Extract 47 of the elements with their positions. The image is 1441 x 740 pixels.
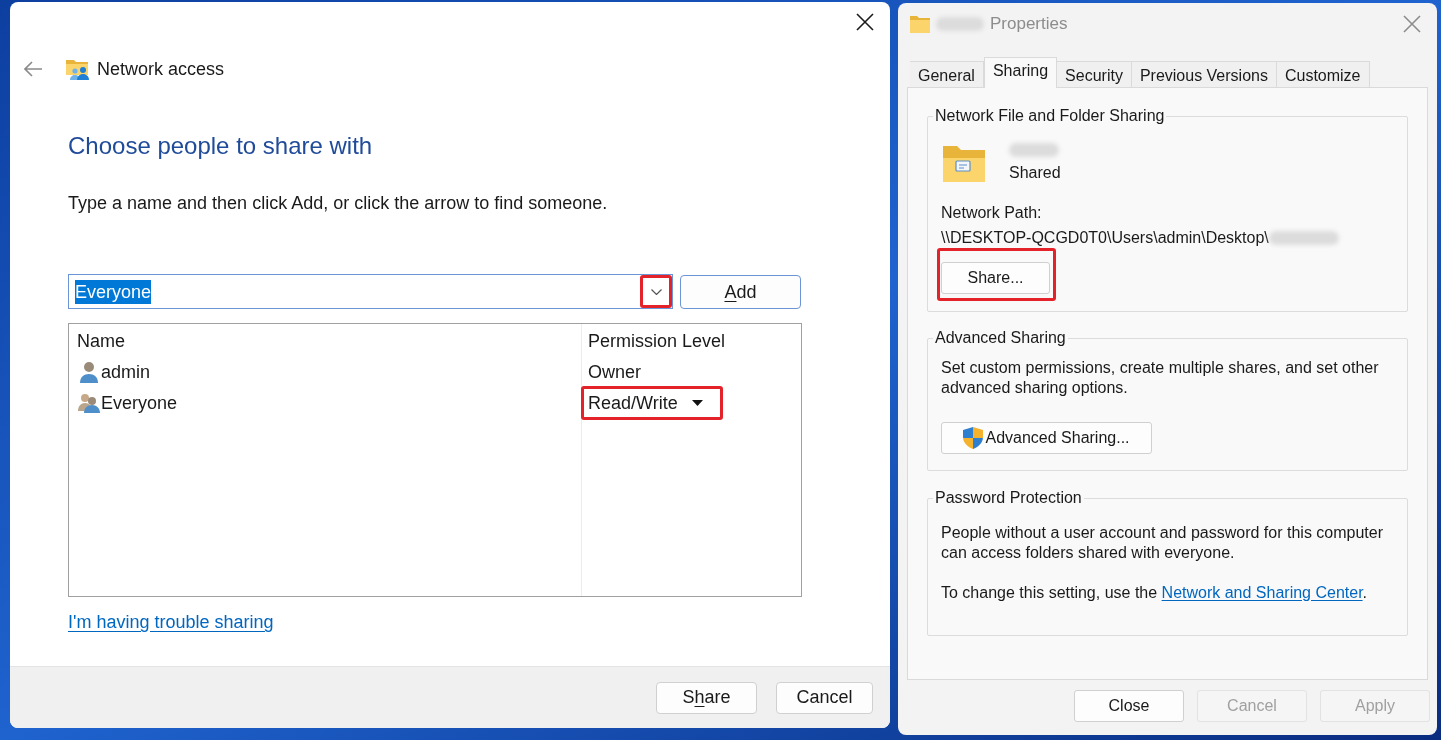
name-cell-text: Everyone [101,392,178,415]
permission-cell-text: Owner [588,361,641,384]
group-title: Password Protection [934,488,1083,508]
share-status: Shared [1009,163,1061,183]
tab[interactable]: Customize [1276,61,1370,88]
blurred-text [1268,231,1339,245]
shield-icon [963,427,984,449]
name-cell-text: admin [101,361,151,384]
instructions-text: Type a name and then click Add, or click the arrow to find someone. [68,192,608,215]
add-button[interactable]: Add [680,275,801,309]
advanced-sharing-button[interactable]: Advanced Sharing... [941,422,1152,454]
dialog-button[interactable]: Share [656,681,757,714]
close-icon [856,13,874,31]
folder-icon [910,15,930,33]
password-setting-note: To change this setting, use the Network and Sharing Center. [941,583,1369,603]
dialog-title: Network access [97,58,225,81]
help-link[interactable]: I'm having trouble sharing [68,610,274,634]
tab[interactable]: Sharing [983,57,1058,88]
window-title: Properties [990,13,1068,35]
advanced-sharing-description: Set custom permissions, create multiple shares, and set other advanced sharing options. [941,358,1380,398]
network-path: \\DESKTOP-QCGD0T0\Users\admin\Desktop\ [941,228,1269,248]
network-path-label: Network Path: [941,203,1042,223]
tab[interactable]: General [910,61,984,88]
column-header: Name [76,330,125,353]
tab[interactable]: Previous Versions [1131,61,1277,88]
group-title: Advanced Sharing [934,328,1067,348]
user-icon [80,361,98,383]
password-description: People without a user account and password for this computer can access folders shared with everyone. [941,523,1385,563]
share-button[interactable]: Share... [941,262,1050,294]
name-value: Everyone [75,279,152,304]
shared-folder-icon [943,146,985,182]
group-title: Network File and Folder Sharing [934,106,1166,126]
tab[interactable]: Security [1057,61,1132,88]
caret-down-icon [691,400,703,406]
close-icon [1403,15,1421,33]
permission-dropdown[interactable]: Read/Write [588,391,703,415]
dialog-button[interactable]: Close [1074,690,1184,722]
blurred-text [1009,143,1059,157]
dialog-heading: Choose people to share with [68,131,373,161]
chevron-down-icon [650,288,662,295]
name-combobox[interactable]: Everyone [68,274,673,309]
users-icon [78,393,100,413]
column-header: Permission Level [587,330,726,353]
dialog-button[interactable]: Cancel [776,681,873,714]
network-sharing-center-link[interactable]: Network and Sharing Center [1161,584,1363,601]
back-arrow-icon [24,61,42,77]
folder-people-icon [66,58,90,80]
